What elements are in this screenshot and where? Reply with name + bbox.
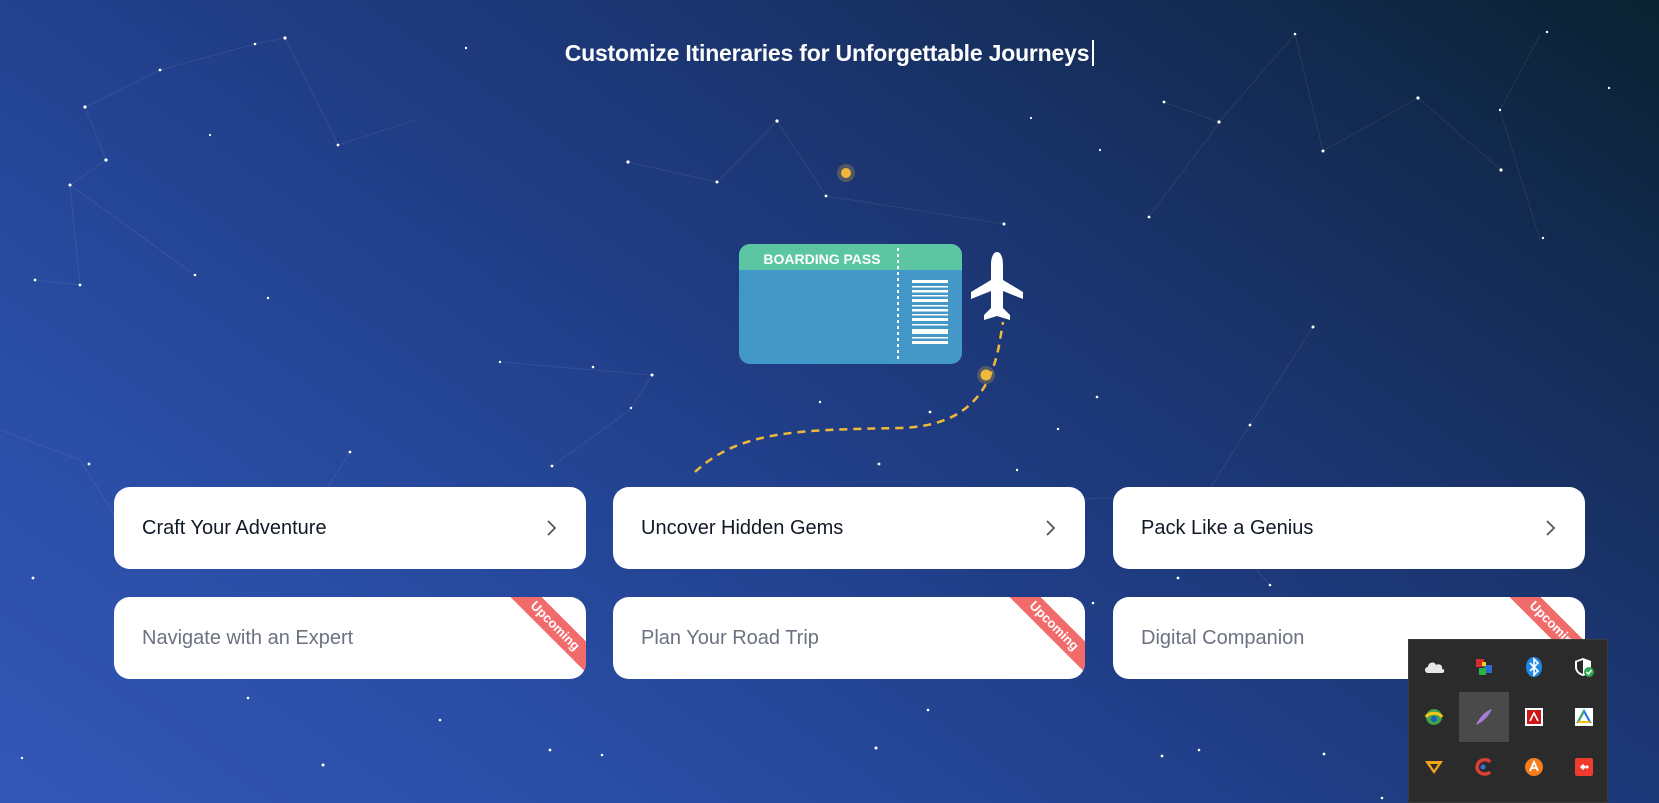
- chevron-right-icon: [546, 519, 558, 537]
- card-label: Pack Like a Genius: [1141, 516, 1314, 539]
- adobe-icon[interactable]: [1509, 692, 1559, 742]
- vpn-icon[interactable]: [1409, 742, 1459, 792]
- card-pack-like-a-genius[interactable]: Pack Like a Genius: [1113, 487, 1585, 569]
- chevron-right-icon: [1545, 519, 1557, 537]
- onedrive-icon[interactable]: [1409, 642, 1459, 692]
- anydesk-icon[interactable]: [1559, 742, 1609, 792]
- quill-app-icon[interactable]: [1459, 692, 1509, 742]
- globe-app-icon[interactable]: [1409, 692, 1459, 742]
- upcoming-ribbon: Upcoming: [1000, 597, 1085, 679]
- bluetooth-icon[interactable]: [1509, 642, 1559, 692]
- avast-icon[interactable]: [1509, 742, 1559, 792]
- boarding-pass-label: BOARDING PASS: [763, 251, 880, 267]
- airplane-icon: [971, 252, 1023, 320]
- ccleaner-icon[interactable]: [1459, 742, 1509, 792]
- card-label: Craft Your Adventure: [142, 516, 327, 539]
- card-uncover-hidden-gems[interactable]: Uncover Hidden Gems: [613, 487, 1085, 569]
- chevron-right-icon: [1045, 519, 1057, 537]
- google-drive-icon[interactable]: [1559, 692, 1609, 742]
- upcoming-ribbon: Upcoming: [501, 597, 586, 679]
- windows-security-icon[interactable]: [1559, 642, 1609, 692]
- path-marker: [977, 366, 995, 384]
- card-navigate-with-an-expert: Navigate with an Expert Upcoming: [114, 597, 586, 679]
- card-label: Uncover Hidden Gems: [641, 516, 844, 539]
- card-label: Plan Your Road Trip: [641, 626, 819, 649]
- card-craft-your-adventure[interactable]: Craft Your Adventure: [114, 487, 586, 569]
- boarding-pass-ticket: BOARDING PASS: [739, 244, 962, 364]
- card-plan-your-road-trip: Plan Your Road Trip Upcoming: [613, 597, 1085, 679]
- card-label: Navigate with an Expert: [142, 626, 354, 649]
- network-app-icon[interactable]: [1459, 642, 1509, 692]
- star-marker: [837, 164, 855, 182]
- card-label: Digital Companion: [1141, 626, 1305, 649]
- system-tray-overflow: [1408, 639, 1608, 803]
